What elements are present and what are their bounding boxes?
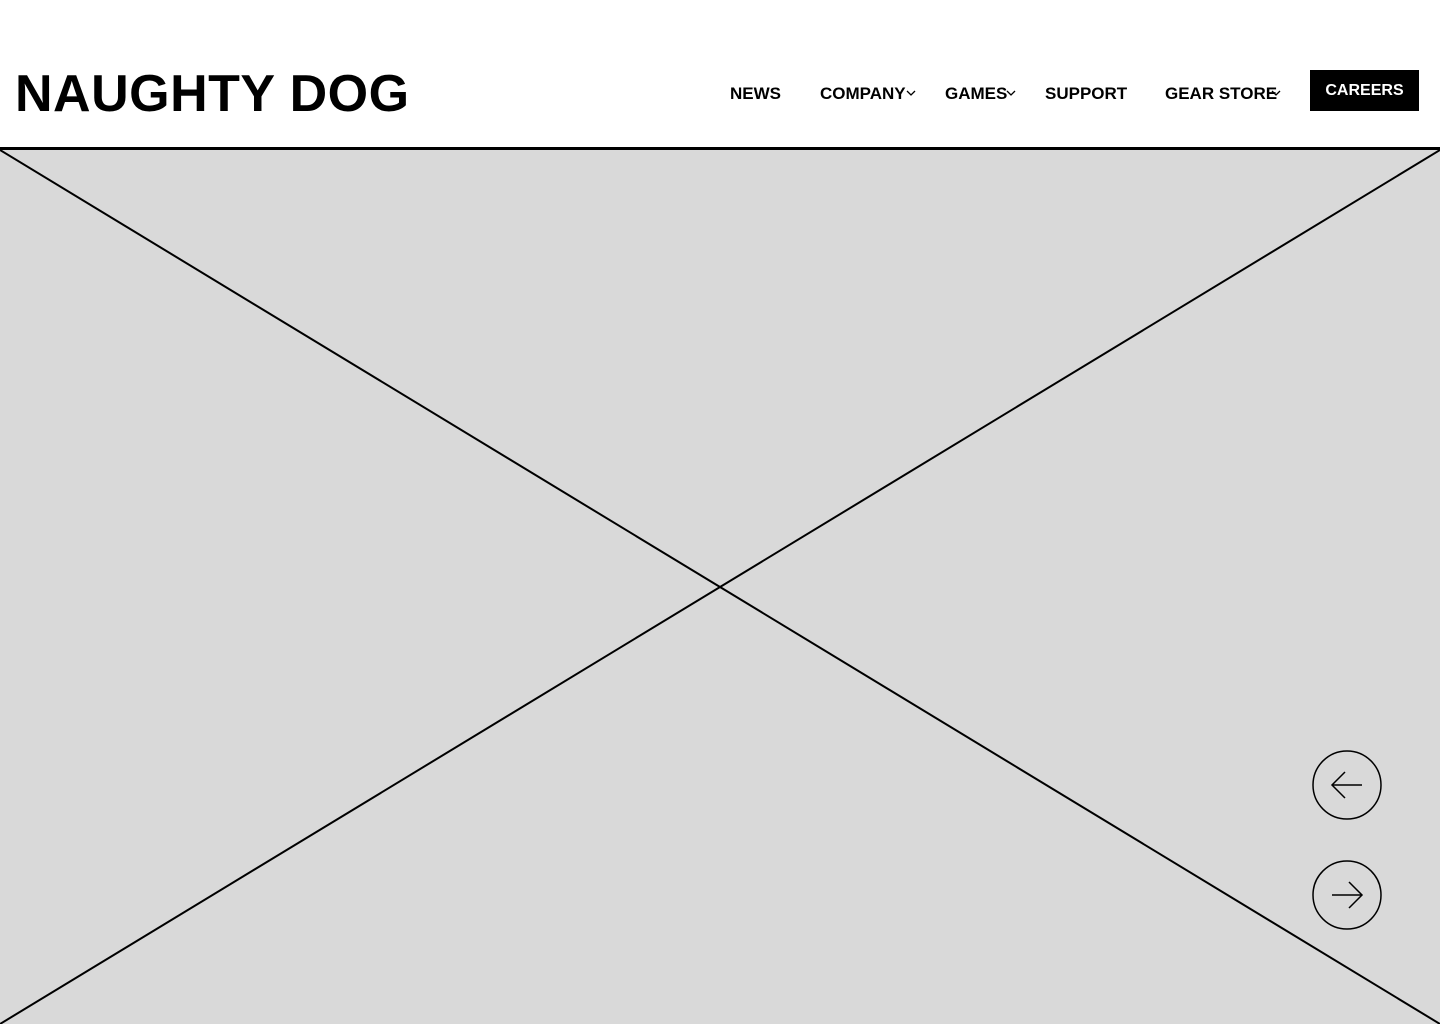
site-logo[interactable]: NAUGHTY DOG [15,62,410,126]
chevron-down-icon[interactable] [1006,89,1016,97]
nav-item-games[interactable]: GAMES [945,84,1007,104]
careers-button[interactable]: CAREERS [1310,70,1419,111]
hero-image-placeholder [0,150,1440,1024]
nav-item-gear-store[interactable]: GEAR STORE [1165,84,1277,104]
chevron-down-icon[interactable] [906,89,916,97]
nav-item-news[interactable]: NEWS [730,84,781,104]
nav-item-company[interactable]: COMPANY [820,84,906,104]
site-header: NAUGHTY DOG NEWS COMPANY GAMES SUPPORT G… [0,0,1440,148]
carousel-next-button[interactable] [1312,860,1382,930]
carousel-prev-button[interactable] [1312,750,1382,820]
chevron-down-icon[interactable] [1271,89,1281,97]
nav-item-support[interactable]: SUPPORT [1045,84,1127,104]
image-placeholder-cross-icon [0,150,1440,1024]
